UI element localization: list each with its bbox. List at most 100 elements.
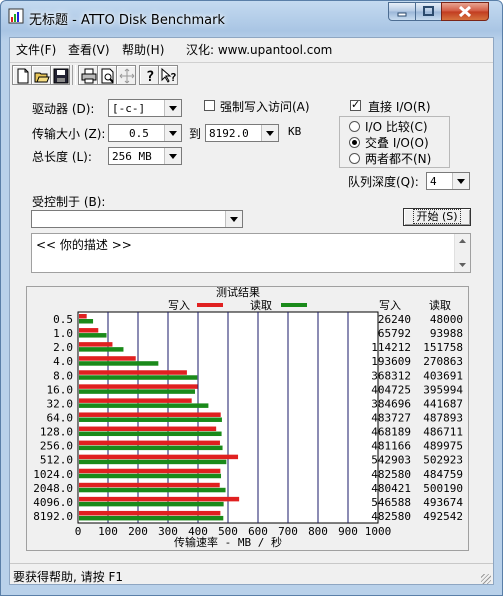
open-icon [34, 72, 50, 83]
queue-depth-select[interactable]: 4 [426, 172, 470, 190]
queue-depth-value: 4 [430, 175, 437, 188]
write-bar [79, 370, 187, 375]
status-text: 要获得帮助, 请按 F1 [13, 570, 123, 584]
description-scrollbar[interactable] [454, 234, 470, 272]
row-label: 512.0 [40, 454, 73, 467]
column-header-write: 写入 [379, 299, 401, 312]
read-bar [79, 501, 224, 507]
read-bar [79, 417, 222, 422]
title-bar[interactable]: 无标题 - ATTO Disk Benchmark [1, 1, 502, 35]
transfer-from-value: 0.5 [129, 127, 149, 140]
start-button[interactable]: 开始 (S) [403, 208, 471, 226]
menu-help[interactable]: 帮助(H) [122, 41, 164, 58]
close-button[interactable] [441, 2, 489, 21]
help-button[interactable]: ? [139, 65, 159, 85]
toolbar: ? ? [10, 62, 493, 89]
column-header-read: 读取 [429, 298, 451, 312]
chevron-down-icon [452, 173, 469, 189]
read-bar [79, 473, 222, 479]
chevron-down-icon [261, 125, 278, 141]
direct-io-checkbox[interactable] [350, 98, 361, 111]
legend-write-label: 写入 [168, 299, 190, 312]
read-value: 395994 [423, 383, 463, 396]
print-preview-button[interactable] [97, 65, 117, 85]
chevron-down-icon [225, 211, 242, 227]
controlled-by-select[interactable] [31, 210, 243, 228]
total-length-select[interactable]: 256 MB [108, 147, 182, 165]
minimize-button[interactable] [388, 2, 416, 21]
row-label: 0.5 [53, 313, 73, 326]
read-value: 493674 [423, 496, 463, 509]
neither-label: 两者都不(N) [365, 152, 432, 166]
new-icon [17, 68, 29, 84]
row-label: 4.0 [53, 355, 73, 368]
resize-grip[interactable] [481, 574, 491, 584]
write-value: 368312 [371, 369, 411, 382]
move-button[interactable] [116, 65, 136, 85]
write-value: 26240 [378, 313, 411, 326]
write-value: 384696 [371, 397, 411, 410]
open-button[interactable] [31, 65, 51, 85]
read-value: 151758 [423, 341, 463, 354]
read-value: 489975 [423, 440, 463, 453]
write-value: 404725 [371, 383, 411, 396]
legend-read-swatch [281, 303, 307, 307]
menu-credit[interactable]: 汉化: www.upantool.com [186, 41, 332, 58]
force-write-checkbox[interactable] [204, 100, 215, 111]
transfer-to-select[interactable]: 8192.0 [205, 124, 279, 142]
read-bar [79, 361, 159, 366]
write-value: 65792 [378, 327, 411, 340]
write-value: 542903 [371, 454, 411, 467]
direct-io-label: 直接 I/O(R) [368, 100, 431, 114]
write-value: 483727 [371, 412, 411, 425]
x-tick-label: 1000 [365, 525, 392, 538]
row-label: 2.0 [53, 341, 73, 354]
write-bar [79, 510, 221, 516]
write-bar [79, 468, 221, 474]
menu-file[interactable]: 文件(F) [16, 41, 56, 58]
transfer-size-label: 传输大小 (Z): [32, 127, 106, 141]
legend-write-swatch [197, 303, 223, 307]
new-button[interactable] [12, 65, 32, 85]
x-tick-label: 900 [338, 525, 358, 538]
results-panel: 测试结果 写入 读取 写入 读取 0.5 1.0 2.0 4.0 8.0 16.0 32.0… [26, 286, 469, 551]
print-button[interactable] [78, 65, 98, 85]
close-icon [458, 5, 472, 18]
start-button-label: 开始 (S) [413, 209, 461, 224]
neither-radio[interactable] [349, 153, 360, 164]
read-value: 403691 [423, 369, 463, 382]
total-length-value: 256 MB [112, 150, 152, 163]
controlled-by-label: 受控制于 (B): [32, 195, 106, 209]
minimize-icon [397, 12, 407, 17]
io-compare-radio[interactable] [349, 121, 360, 132]
overlap-io-label: 交叠 I/O(O) [365, 136, 429, 150]
chevron-down-icon [164, 100, 181, 116]
io-compare-label: I/O 比较(C) [365, 120, 428, 134]
maximize-button[interactable] [415, 2, 442, 21]
overlap-io-radio[interactable] [349, 137, 360, 148]
x-tick-label: 100 [98, 525, 118, 538]
description-text: << 你的描述 >> [36, 238, 132, 252]
read-bar [79, 403, 209, 408]
transfer-from-select[interactable]: 0.5 [108, 124, 182, 142]
svg-text:?: ? [170, 71, 177, 84]
help-icon: ? [146, 69, 154, 84]
write-bar [79, 342, 113, 347]
menu-view[interactable]: 查看(V) [68, 41, 110, 58]
client-area: 文件(F) 查看(V) 帮助(H) 汉化: www.upantool.com ?… [9, 37, 494, 585]
save-button[interactable] [50, 65, 70, 85]
context-help-button[interactable]: ? [158, 65, 178, 85]
read-bar [79, 515, 224, 521]
read-bar [79, 319, 94, 324]
context-help-icon: ? [161, 68, 177, 84]
description-field[interactable]: << 你的描述 >> [31, 233, 471, 273]
save-icon [53, 68, 69, 84]
read-value: 486711 [423, 426, 463, 439]
read-value: 502923 [423, 454, 463, 467]
read-bar [79, 389, 196, 394]
read-value: 48000 [430, 313, 463, 326]
drive-select[interactable]: [-c-] [108, 99, 182, 117]
read-value: 93988 [430, 327, 463, 340]
read-value: 500190 [423, 482, 463, 495]
row-label: 1.0 [53, 327, 73, 340]
